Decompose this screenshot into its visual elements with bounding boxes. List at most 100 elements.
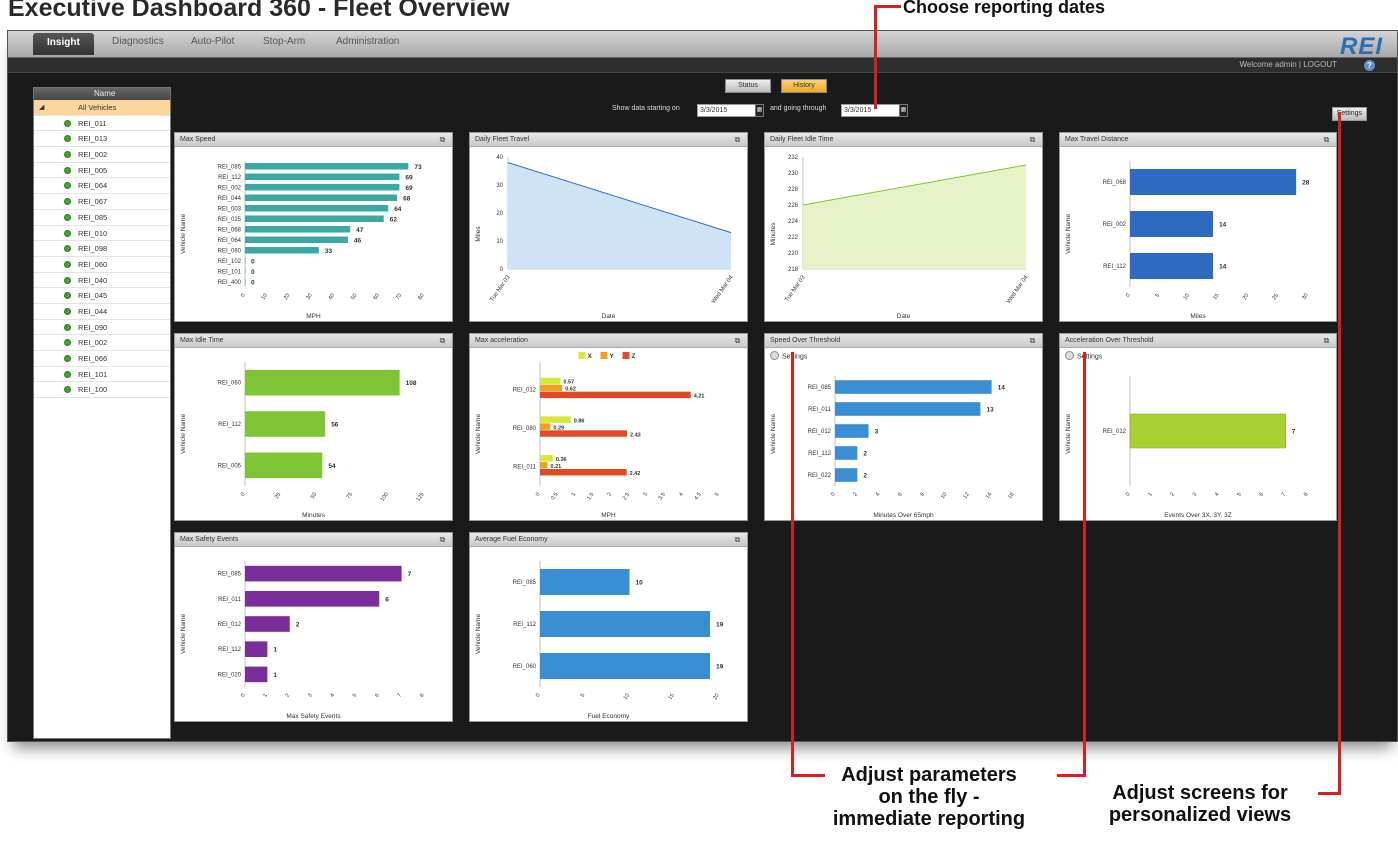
sidebar-vehicle-item[interactable]: REI_045 <box>34 288 170 304</box>
popout-icon[interactable]: ⧉ <box>1322 336 1331 345</box>
sidebar-vehicle-item[interactable]: REI_101 <box>34 367 170 383</box>
bar-value-label: 1 <box>273 647 277 654</box>
vehicle-label: REI_085 <box>78 212 108 222</box>
x-tick-label: 0 <box>1125 492 1132 498</box>
welcome-logout[interactable]: Welcome admin | LOGOUT <box>1239 60 1337 69</box>
status-toggle-button[interactable]: Status <box>725 79 771 93</box>
history-toggle-button[interactable]: History <box>781 79 827 93</box>
vehicle-label: REI_045 <box>78 291 108 301</box>
status-dot-icon <box>64 135 71 143</box>
chart-bar <box>540 391 691 399</box>
sidebar-vehicle-item[interactable]: REI_002 <box>34 335 170 351</box>
y-category-label: REI_060 <box>513 664 537 670</box>
x-tick-label: 16 <box>1007 492 1015 500</box>
panel-title: Max Speed ⧉ <box>175 133 452 147</box>
tab-insight[interactable]: Insight <box>33 33 94 55</box>
sidebar-vehicle-item[interactable]: REI_040 <box>34 273 170 289</box>
y-axis-title: Vehicle Name <box>475 614 482 654</box>
y-tick-label: 232 <box>788 155 799 161</box>
sidebar-vehicle-item[interactable]: REI_066 <box>34 351 170 367</box>
popout-icon[interactable]: ⧉ <box>438 336 447 345</box>
status-dot-icon <box>64 166 71 174</box>
chart-panel-max-idle-time: Max Idle Time ⧉ Vehicle Name Minutes 0 25 50 75… <box>174 333 453 521</box>
help-icon[interactable]: ? <box>1364 60 1375 71</box>
x-tick-label: 40 <box>328 293 336 301</box>
y-category-label: REI_003 <box>218 206 242 212</box>
settings-knob-icon[interactable] <box>770 351 779 360</box>
sidebar-vehicle-item[interactable]: REI_044 <box>34 304 170 320</box>
bar-value-label: 33 <box>325 248 333 255</box>
x-tick-label: Wed Mar 04 <box>711 274 735 305</box>
popout-icon[interactable]: ⧉ <box>438 535 447 544</box>
sidebar-vehicle-item[interactable]: REI_090 <box>34 320 170 336</box>
tab-auto-pilot[interactable]: Auto-Pilot <box>191 36 234 47</box>
vehicle-label: REI_060 <box>78 259 108 269</box>
popout-icon[interactable]: ⧉ <box>1028 336 1037 345</box>
sidebar-item-all-vehicles[interactable]: ◢ All Vehicles <box>34 100 170 116</box>
chart-bar <box>245 215 384 223</box>
y-category-label: REI_011 <box>218 597 242 603</box>
sidebar-vehicle-item[interactable]: REI_085 <box>34 210 170 226</box>
sidebar-header[interactable]: Name <box>34 88 170 100</box>
callout-line <box>1318 792 1341 795</box>
sidebar-vehicle-item[interactable]: REI_011 <box>34 116 170 132</box>
y-tick-label: 0 <box>500 267 504 273</box>
end-date-input[interactable]: 3/3/2015 <box>841 104 905 117</box>
bar-value-label: 7 <box>408 571 412 578</box>
start-date-input[interactable]: 3/3/2015 <box>697 104 761 117</box>
y-axis-title: Vehicle Name <box>180 414 187 454</box>
y-axis-title: Miles <box>475 226 482 242</box>
y-axis-title: Vehicle Name <box>180 214 187 254</box>
callout-line <box>1083 352 1086 776</box>
sidebar-item-label: All Vehicles <box>78 103 117 112</box>
vehicle-label: REI_067 <box>78 197 108 207</box>
panel-settings-toggle[interactable]: Settings <box>770 351 807 361</box>
chart-bar <box>835 424 869 438</box>
sidebar-vehicle-item[interactable]: REI_100 <box>34 382 170 399</box>
status-dot-icon <box>64 307 71 315</box>
settings-knob-icon[interactable] <box>1065 351 1074 360</box>
popout-icon[interactable]: ⧉ <box>733 336 742 345</box>
popout-icon[interactable]: ⧉ <box>733 135 742 144</box>
popout-icon[interactable]: ⧉ <box>1028 135 1037 144</box>
calendar-icon[interactable]: ▦ <box>899 104 908 117</box>
x-tick-label: 4.5 <box>693 492 702 502</box>
tab-diagnostics[interactable]: Diagnostics <box>112 36 164 47</box>
sidebar-vehicle-item[interactable]: REI_067 <box>34 194 170 210</box>
calendar-icon[interactable]: ▦ <box>755 104 764 117</box>
x-tick-label: 5 <box>580 693 587 699</box>
tab-stop-arm[interactable]: Stop-Arm <box>263 36 305 47</box>
bar-value-label: 10 <box>636 580 644 587</box>
panel-title-text: Max Idle Time <box>180 337 224 344</box>
bar-value-label: 46 <box>354 237 362 244</box>
bar-value-label: 0 <box>251 279 255 286</box>
popout-icon[interactable]: ⧉ <box>1322 135 1331 144</box>
chart-bar <box>245 257 246 265</box>
chart-svg: Miles Date 0 10 20 30 40 Tue Mar 03 Wed Mar 04 <box>475 155 735 320</box>
status-dot-icon <box>64 260 71 268</box>
chart-bar <box>245 278 246 286</box>
chart-svg: Vehicle Name Max Safety Events 0 1 2 3 4 5 6 7 8 RE… <box>180 561 426 720</box>
status-dot-icon <box>64 386 71 394</box>
chart-bar <box>245 411 326 437</box>
expand-arrow-icon[interactable]: ◢ <box>39 100 44 115</box>
settings-button[interactable]: Settings <box>1331 107 1367 121</box>
callout-params: Adjust parameters on the fly - immediate… <box>802 764 1056 830</box>
sidebar-vehicle-item[interactable]: REI_005 <box>34 163 170 179</box>
y-axis-title: Minutes <box>770 222 777 246</box>
popout-icon[interactable]: ⧉ <box>733 535 742 544</box>
bar-value-label: 3 <box>875 429 879 436</box>
panel-title: Average Fuel Economy ⧉ <box>470 533 747 547</box>
sidebar-vehicle-item[interactable]: REI_098 <box>34 241 170 257</box>
tab-administration[interactable]: Administration <box>336 36 399 47</box>
sidebar-vehicle-item[interactable]: REI_002 <box>34 147 170 163</box>
page-root: Executive Dashboard 360 - Fleet Overview… <box>0 0 1398 844</box>
sidebar-vehicle-item[interactable]: REI_013 <box>34 131 170 148</box>
x-tick-label: 4 <box>875 492 882 498</box>
sidebar-vehicle-item[interactable]: REI_064 <box>34 178 170 195</box>
sidebar-vehicle-item[interactable]: REI_010 <box>34 226 170 242</box>
popout-icon[interactable]: ⧉ <box>438 135 447 144</box>
bar-value-label: 14 <box>1219 222 1227 229</box>
y-category-label: REI_025 <box>218 217 242 223</box>
sidebar-vehicle-item[interactable]: REI_060 <box>34 257 170 273</box>
